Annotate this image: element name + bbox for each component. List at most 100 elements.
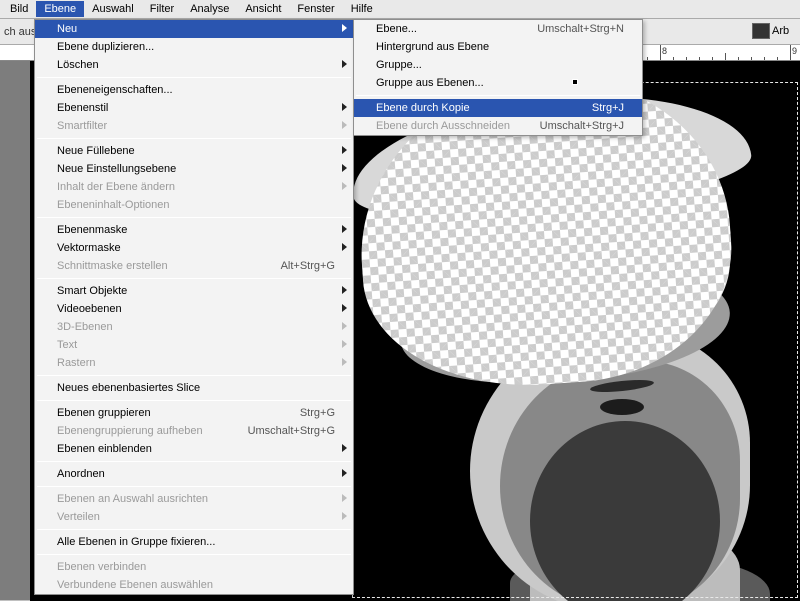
neu-submenu-item[interactable]: Ebene... Umschalt+Strg+N <box>354 20 642 38</box>
layer-menu-item-label: Vektormaske <box>57 242 335 254</box>
layer-menu-item: 3D-Ebenen <box>35 318 353 336</box>
neu-submenu-item[interactable]: Hintergrund aus Ebene <box>354 38 642 56</box>
chevron-right-icon <box>342 512 347 520</box>
layer-menu-item-label: Ebenenstil <box>57 102 335 114</box>
chevron-right-icon <box>342 469 347 477</box>
layer-menu-item[interactable]: Ebenenmaske <box>35 221 353 239</box>
neu-submenu-item-label: Ebene durch Kopie <box>376 102 564 114</box>
layer-menu-item-label: Videoebenen <box>57 303 335 315</box>
chevron-right-icon <box>342 164 347 172</box>
menu-fenster[interactable]: Fenster <box>289 1 342 17</box>
chevron-right-icon <box>342 60 347 68</box>
layer-menu-item: Ebenen verbinden <box>35 558 353 576</box>
layer-menu-item-label: Löschen <box>57 59 335 71</box>
neu-submenu-item-label: Gruppe... <box>376 59 624 71</box>
layer-menu-item: Rastern <box>35 354 353 372</box>
chevron-right-icon <box>342 444 347 452</box>
layer-neu-submenu: Ebene... Umschalt+Strg+N Hintergrund aus E… <box>353 19 643 136</box>
swatch-icon[interactable] <box>752 23 770 39</box>
layer-menu-item-label: Text <box>57 339 335 351</box>
layer-menu-item[interactable]: Ebenen einblenden <box>35 440 353 458</box>
neu-submenu-item-shortcut: Umschalt+Strg+N <box>537 23 624 35</box>
layer-menu-item[interactable]: Ebenen gruppierenStrg+G <box>35 404 353 422</box>
menu-auswahl[interactable]: Auswahl <box>84 1 142 17</box>
layer-menu-item-label: Ebene duplizieren... <box>57 41 335 53</box>
layer-menu-item: Smartfilter <box>35 117 353 135</box>
layer-menu-separator <box>37 461 351 462</box>
layer-menu-item-label: Ebenengruppierung aufheben <box>57 425 220 437</box>
layer-menu-item-label: Neue Einstellungsebene <box>57 163 335 175</box>
layer-menu-separator <box>37 486 351 487</box>
chevron-right-icon <box>342 146 347 154</box>
layer-menu-item[interactable]: Alle Ebenen in Gruppe fixieren... <box>35 533 353 551</box>
chevron-right-icon <box>342 304 347 312</box>
layer-menu-item-label: Schnittmaske erstellen <box>57 260 253 272</box>
layer-menu-item-label: Inhalt der Ebene ändern <box>57 181 335 193</box>
layer-menu-item[interactable]: Videoebenen <box>35 300 353 318</box>
layer-menu-item[interactable]: Anordnen <box>35 465 353 483</box>
layer-menu-item[interactable]: Neu <box>35 20 353 38</box>
neu-submenu-item-label: Gruppe aus Ebenen... <box>376 77 624 89</box>
neu-submenu-item[interactable]: Ebene durch Kopie Strg+J <box>354 99 642 117</box>
neu-submenu-item-shortcut: Strg+J <box>592 102 624 114</box>
chevron-right-icon <box>342 121 347 129</box>
layer-menu-item[interactable]: Ebeneneigenschaften... <box>35 81 353 99</box>
layer-menu-item[interactable]: Vektormaske <box>35 239 353 257</box>
layer-menu-item-label: Neues ebenenbasiertes Slice <box>57 382 335 394</box>
neu-submenu-item: Ebene durch AusschneidenUmschalt+Strg+J <box>354 117 642 135</box>
neu-submenu-item[interactable]: Gruppe... <box>354 56 642 74</box>
chevron-right-icon <box>342 322 347 330</box>
layer-menu-separator <box>37 138 351 139</box>
layer-menu-item: Verbundene Ebenen auswählen <box>35 576 353 594</box>
menu-hilfe[interactable]: Hilfe <box>343 1 381 17</box>
layer-menu-separator <box>37 375 351 376</box>
chevron-right-icon <box>342 225 347 233</box>
neu-submenu-separator <box>356 95 640 96</box>
layer-menu-dropdown: Neu Ebene duplizieren... Löschen Ebeneneige… <box>34 19 354 595</box>
neu-submenu-item[interactable]: Gruppe aus Ebenen... <box>354 74 642 92</box>
layer-menu-item-shortcut: Umschalt+Strg+G <box>248 425 335 437</box>
layer-menu-item-label: Anordnen <box>57 468 335 480</box>
layer-menu-item-label: Verteilen <box>57 511 335 523</box>
layer-menu-item: Schnittmaske erstellenAlt+Strg+G <box>35 257 353 275</box>
chevron-right-icon <box>342 243 347 251</box>
layer-menu-item[interactable]: Neue Einstellungsebene <box>35 160 353 178</box>
layer-menu-item-label: Alle Ebenen in Gruppe fixieren... <box>57 536 335 548</box>
menu-bild[interactable]: Bild <box>2 1 36 17</box>
layer-menu-item[interactable]: Neue Füllebene <box>35 142 353 160</box>
layer-menu-item: Verteilen <box>35 508 353 526</box>
layer-menu-item[interactable]: Löschen <box>35 56 353 74</box>
layer-menu-item[interactable]: Neues ebenenbasiertes Slice <box>35 379 353 397</box>
layer-menu-item[interactable]: Ebene duplizieren... <box>35 38 353 56</box>
chevron-right-icon <box>342 24 347 32</box>
layer-menu-item[interactable]: Smart Objekte <box>35 282 353 300</box>
layer-menu-item-label: Rastern <box>57 357 335 369</box>
chevron-right-icon <box>342 103 347 111</box>
transform-handle[interactable] <box>572 79 578 85</box>
layer-menu-separator <box>37 554 351 555</box>
chevron-right-icon <box>342 286 347 294</box>
layer-menu-item-label: Neu <box>57 23 335 35</box>
layer-menu-item-label: Ebeneninhalt-Optionen <box>57 199 335 211</box>
menu-filter[interactable]: Filter <box>142 1 182 17</box>
chevron-right-icon <box>342 494 347 502</box>
menu-ansicht[interactable]: Ansicht <box>237 1 289 17</box>
layer-menu-item-label: Neue Füllebene <box>57 145 335 157</box>
chevron-right-icon <box>342 340 347 348</box>
menubar: BildEbeneAuswahlFilterAnalyseAnsichtFens… <box>0 0 800 19</box>
menu-analyse[interactable]: Analyse <box>182 1 237 17</box>
neu-submenu-item-label: Ebene... <box>376 23 509 35</box>
layer-menu-item[interactable]: Ebenenstil <box>35 99 353 117</box>
layer-menu-item: Ebenengruppierung aufheben Umschalt+Strg+… <box>35 422 353 440</box>
layer-menu-separator <box>37 278 351 279</box>
transform-bounding-box[interactable] <box>352 82 798 598</box>
layer-menu-item-label: Smart Objekte <box>57 285 335 297</box>
layer-menu-item-label: Ebeneneigenschaften... <box>57 84 335 96</box>
neu-submenu-item-label: Hintergrund aus Ebene <box>376 41 624 53</box>
layer-menu-separator <box>37 529 351 530</box>
options-bar-right-label: Arb <box>772 25 800 37</box>
layer-menu-item: Ebeneninhalt-Optionen <box>35 196 353 214</box>
layer-menu-item: Ebenen an Auswahl ausrichten <box>35 490 353 508</box>
menu-ebene[interactable]: Ebene <box>36 1 84 17</box>
layer-menu-item-label: Ebenen an Auswahl ausrichten <box>57 493 335 505</box>
